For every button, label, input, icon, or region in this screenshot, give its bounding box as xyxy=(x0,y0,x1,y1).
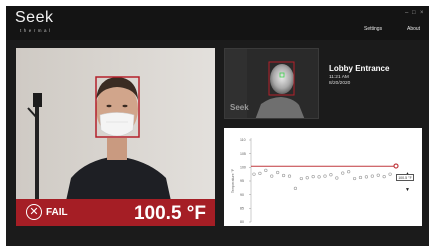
thermal-watermark: Seek xyxy=(230,103,249,112)
data-point[interactable] xyxy=(352,176,357,181)
data-point[interactable] xyxy=(382,175,386,179)
capture-time: 11:21 AM xyxy=(329,75,349,80)
data-point[interactable] xyxy=(335,176,339,180)
about-link[interactable]: About xyxy=(407,26,420,32)
data-point[interactable] xyxy=(370,174,374,178)
data-point[interactable] xyxy=(364,175,369,179)
data-point[interactable] xyxy=(276,170,280,175)
temperature-chart: 110 105 100 95 90 85 80 Temperature °F xyxy=(231,138,399,224)
result-label: FAIL xyxy=(46,207,68,218)
maximize-button[interactable]: □ xyxy=(412,10,416,16)
data-point[interactable] xyxy=(281,173,286,178)
data-point[interactable] xyxy=(299,176,303,181)
data-point[interactable] xyxy=(323,174,327,178)
data-point[interactable] xyxy=(341,171,345,175)
data-point[interactable] xyxy=(388,172,392,176)
data-point[interactable] xyxy=(311,175,315,179)
temperature-chart-panel: 110 105 100 95 90 85 80 Temperature °F xyxy=(224,128,422,226)
data-point[interactable] xyxy=(252,172,256,176)
close-button[interactable]: × xyxy=(420,10,424,16)
seek-logo: Seek xyxy=(15,9,54,26)
scroll-down-arrow-icon[interactable]: ▼ xyxy=(405,188,410,193)
y-tick-label: 105 xyxy=(240,152,246,156)
data-point[interactable] xyxy=(270,174,274,178)
top-bar: Seek thermal Settings About – □ × xyxy=(6,6,429,40)
face-mask xyxy=(99,112,135,137)
data-point[interactable] xyxy=(347,170,351,174)
data-point[interactable] xyxy=(264,168,268,172)
data-point[interactable] xyxy=(376,173,380,177)
y-tick-label: 90 xyxy=(240,193,244,197)
selected-data-point[interactable] xyxy=(393,163,399,169)
main-camera-feed xyxy=(16,48,215,224)
y-tick-label: 85 xyxy=(240,207,244,211)
x-circle-icon: ✕ xyxy=(26,204,42,220)
y-axis-label: Temperature °F xyxy=(231,169,235,193)
y-tick-label: 110 xyxy=(240,138,246,142)
location-name: Lobby Entrance xyxy=(329,64,390,73)
temperature-reading: 100.5 °F xyxy=(133,203,206,224)
data-point[interactable] xyxy=(287,174,292,178)
data-point[interactable] xyxy=(293,186,298,190)
y-tick-label: 95 xyxy=(240,179,244,183)
capture-date: 8/20/2020 xyxy=(329,81,351,86)
y-tick-label: 100 xyxy=(240,166,246,170)
settings-link[interactable]: Settings xyxy=(364,26,382,32)
seek-logo-subtitle: thermal xyxy=(20,28,53,33)
camera-scene xyxy=(16,48,215,224)
fail-banner: ✕ FAIL 100.5 °F xyxy=(16,199,215,226)
y-tick-label: 80 xyxy=(240,220,244,224)
data-point[interactable] xyxy=(258,171,262,175)
minimize-button[interactable]: – xyxy=(405,10,408,16)
data-point[interactable] xyxy=(305,176,309,180)
data-point[interactable] xyxy=(358,175,363,180)
selected-point-tooltip: 100.5 °F xyxy=(396,174,414,181)
thermal-camera-feed: Seek xyxy=(224,48,319,119)
data-point[interactable] xyxy=(329,173,333,177)
data-point[interactable] xyxy=(317,175,321,179)
